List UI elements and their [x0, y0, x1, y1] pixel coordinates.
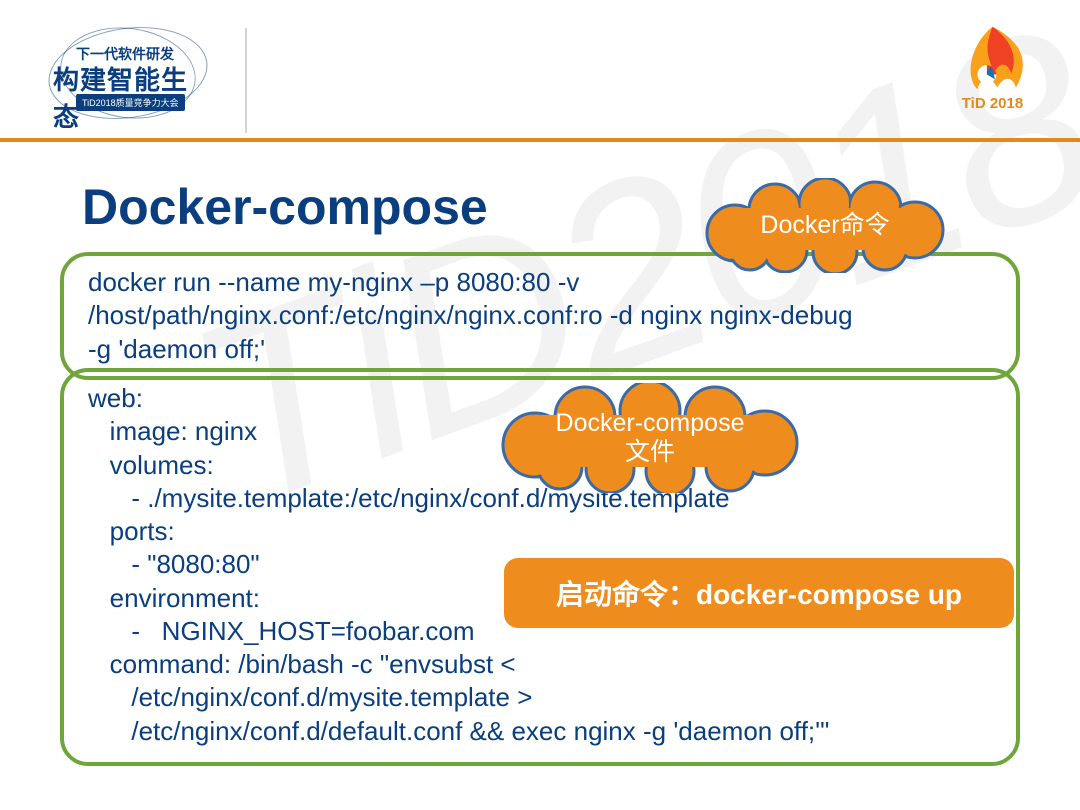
logo-ribbon: TiD2018质量竞争力大会 — [76, 94, 185, 111]
cloud-compose-label-1: Docker-compose — [556, 409, 745, 439]
code-line: command: /bin/bash -c "envsubst < — [88, 648, 992, 681]
start-command-callout: 启动命令：docker-compose up — [504, 558, 1014, 628]
code-line: /etc/nginx/conf.d/mysite.template > — [88, 681, 992, 714]
code-line: ports: — [88, 515, 992, 548]
conference-logo: 下一代软件研发 构建智能生态 TiD2018质量竞争力大会 — [48, 28, 208, 118]
slide-title: Docker-compose — [82, 178, 488, 236]
code-line: /host/path/nginx.conf:/etc/nginx/nginx.c… — [88, 299, 992, 332]
start-command-text: 启动命令：docker-compose up — [556, 573, 962, 613]
tid-label: TiD 2018 — [945, 95, 1040, 112]
flame-icon — [945, 22, 1040, 97]
header-separator — [245, 28, 247, 133]
tid-logo: TiD 2018 — [945, 22, 1040, 117]
cloud-docker-cmd-label: Docker命令 — [760, 211, 889, 241]
cloud-compose-file: Docker-compose 文件 — [490, 383, 810, 493]
cloud-docker-cmd: Docker命令 — [695, 178, 955, 273]
slide-header: 下一代软件研发 构建智能生态 TiD2018质量竞争力大会 TiD 2018 — [0, 0, 1080, 142]
cloud-compose-label-2: 文件 — [625, 438, 675, 468]
code-line: /etc/nginx/conf.d/default.conf && exec n… — [88, 715, 992, 748]
code-line: -g 'daemon off;' — [88, 333, 992, 366]
